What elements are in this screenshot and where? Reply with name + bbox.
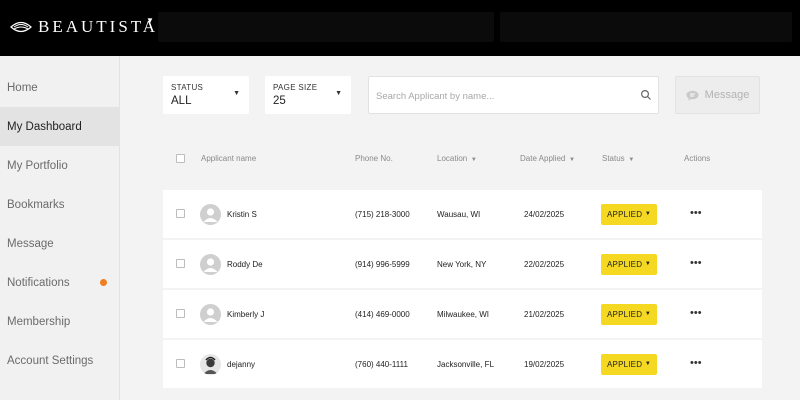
phone-number: (414) 469-0000 bbox=[355, 310, 410, 319]
select-all-checkbox[interactable] bbox=[176, 154, 185, 163]
sidebar-item-bookmarks[interactable]: Bookmarks bbox=[0, 185, 120, 224]
sidebar-item-message[interactable]: Message bbox=[0, 224, 120, 263]
more-actions-icon[interactable]: ••• bbox=[690, 357, 702, 369]
row-checkbox[interactable] bbox=[176, 259, 185, 268]
status-filter-label: STATUS bbox=[171, 83, 204, 92]
phone-number: (715) 218-3000 bbox=[355, 210, 410, 219]
top-bar-panel bbox=[158, 12, 494, 42]
brand-name: BEAUTISTA bbox=[38, 17, 159, 36]
sidebar-item-label: Bookmarks bbox=[7, 198, 65, 211]
page-size-label: PAGE SIZE bbox=[273, 83, 318, 92]
sidebar-item-my-portfolio[interactable]: My Portfolio bbox=[0, 146, 120, 185]
column-header-location[interactable]: Location ▼ bbox=[437, 154, 477, 163]
sidebar-item-label: Notifications bbox=[7, 276, 70, 289]
page-size-select[interactable]: PAGE SIZE 25 ▼ bbox=[265, 76, 351, 114]
caret-down-icon: ▼ bbox=[644, 361, 651, 367]
avatar bbox=[200, 304, 221, 325]
caret-down-icon: ▼ bbox=[644, 311, 651, 317]
row-checkbox[interactable] bbox=[176, 309, 185, 318]
row-checkbox[interactable] bbox=[176, 209, 185, 218]
message-button-label: Message bbox=[704, 89, 750, 101]
notification-dot bbox=[100, 279, 107, 286]
column-header-status[interactable]: Status ▼ bbox=[602, 154, 634, 163]
location: Milwaukee, WI bbox=[437, 310, 490, 319]
sidebar-item-label: My Dashboard bbox=[7, 120, 82, 133]
sidebar-item-account-settings[interactable]: Account Settings bbox=[0, 341, 120, 380]
applicant-name[interactable]: Kristin S bbox=[227, 210, 257, 219]
search-input[interactable] bbox=[376, 88, 631, 104]
avatar bbox=[200, 254, 221, 275]
phone-number: (760) 440-1111 bbox=[355, 360, 408, 369]
sidebar-item-label: My Portfolio bbox=[7, 159, 68, 172]
status-dropdown[interactable]: APPLIED ▼ bbox=[601, 354, 657, 375]
sort-down-icon: ▼ bbox=[567, 157, 575, 163]
sidebar-item-label: Message bbox=[7, 237, 54, 250]
sidebar-item-home[interactable]: Home bbox=[0, 68, 120, 107]
brand-logo-button[interactable]: BEAUTISTA bbox=[10, 14, 158, 40]
date-applied: 19/02/2025 bbox=[524, 360, 565, 369]
sort-down-icon: ▼ bbox=[469, 157, 477, 163]
more-actions-icon[interactable]: ••• bbox=[690, 257, 702, 269]
user-icon bbox=[203, 258, 218, 272]
eye-logo-icon bbox=[10, 21, 32, 33]
search-box bbox=[368, 76, 659, 114]
location: Wausau, WI bbox=[437, 210, 481, 219]
caret-down-icon: ▼ bbox=[644, 211, 651, 217]
brand-chevron-down-icon[interactable]: ▼ bbox=[146, 16, 154, 25]
location: New York, NY bbox=[437, 260, 487, 269]
status-filter-select[interactable]: STATUS ALL ▼ bbox=[163, 76, 249, 114]
caret-down-icon: ▼ bbox=[335, 90, 342, 97]
message-button[interactable]: Message bbox=[675, 76, 760, 114]
date-applied: 21/02/2025 bbox=[524, 310, 565, 319]
table-row[interactable]: Kimberly J (414) 469-0000 Milwaukee, WI … bbox=[163, 290, 762, 338]
date-applied: 24/02/2025 bbox=[524, 210, 565, 219]
table-row[interactable]: Kristin S (715) 218-3000 Wausau, WI 24/0… bbox=[163, 190, 762, 238]
status-dropdown[interactable]: APPLIED ▼ bbox=[601, 304, 657, 325]
sidebar-item-label: Account Settings bbox=[7, 354, 94, 367]
page-size-value: 25 bbox=[273, 95, 286, 107]
row-checkbox[interactable] bbox=[176, 359, 185, 368]
status-filter-value: ALL bbox=[171, 95, 192, 107]
more-actions-icon[interactable]: ••• bbox=[690, 207, 702, 219]
user-photo-icon bbox=[203, 356, 218, 374]
column-header-phone: Phone No. bbox=[355, 154, 393, 163]
avatar bbox=[200, 354, 221, 375]
user-icon bbox=[203, 208, 218, 222]
table-row[interactable]: dejanny (760) 440-1111 Jacksonville, FL … bbox=[163, 340, 762, 388]
search-icon[interactable] bbox=[640, 89, 652, 101]
top-bar-panel bbox=[500, 12, 792, 42]
status-dropdown[interactable]: APPLIED ▼ bbox=[601, 254, 657, 275]
sidebar-item-membership[interactable]: Membership bbox=[0, 302, 120, 341]
avatar bbox=[200, 204, 221, 225]
status-dropdown[interactable]: APPLIED ▼ bbox=[601, 204, 657, 225]
sort-down-icon: ▼ bbox=[626, 157, 635, 163]
column-header-actions: Actions bbox=[684, 154, 711, 163]
applicant-name[interactable]: Roddy De bbox=[227, 260, 263, 269]
sidebar-item-label: Home bbox=[7, 81, 38, 94]
column-header-date-applied[interactable]: Date Applied ▼ bbox=[520, 154, 575, 163]
phone-number: (914) 996-5999 bbox=[355, 260, 410, 269]
applicant-name[interactable]: Kimberly J bbox=[227, 310, 264, 319]
caret-down-icon: ▼ bbox=[644, 261, 651, 267]
sidebar-item-label: Membership bbox=[7, 315, 71, 328]
date-applied: 22/02/2025 bbox=[524, 260, 565, 269]
column-header-applicant-name: Applicant name bbox=[201, 154, 257, 163]
location: Jacksonville, FL bbox=[437, 360, 494, 369]
more-actions-icon[interactable]: ••• bbox=[690, 307, 702, 319]
applicant-name[interactable]: dejanny bbox=[227, 360, 255, 369]
top-bar: BEAUTISTA ▼ bbox=[0, 0, 800, 56]
table-row[interactable]: Roddy De (914) 996-5999 New York, NY 22/… bbox=[163, 240, 762, 288]
user-icon bbox=[203, 308, 218, 322]
sidebar-item-my-dashboard[interactable]: My Dashboard bbox=[0, 107, 120, 146]
caret-down-icon: ▼ bbox=[233, 90, 240, 97]
chat-bubble-icon bbox=[686, 90, 699, 100]
